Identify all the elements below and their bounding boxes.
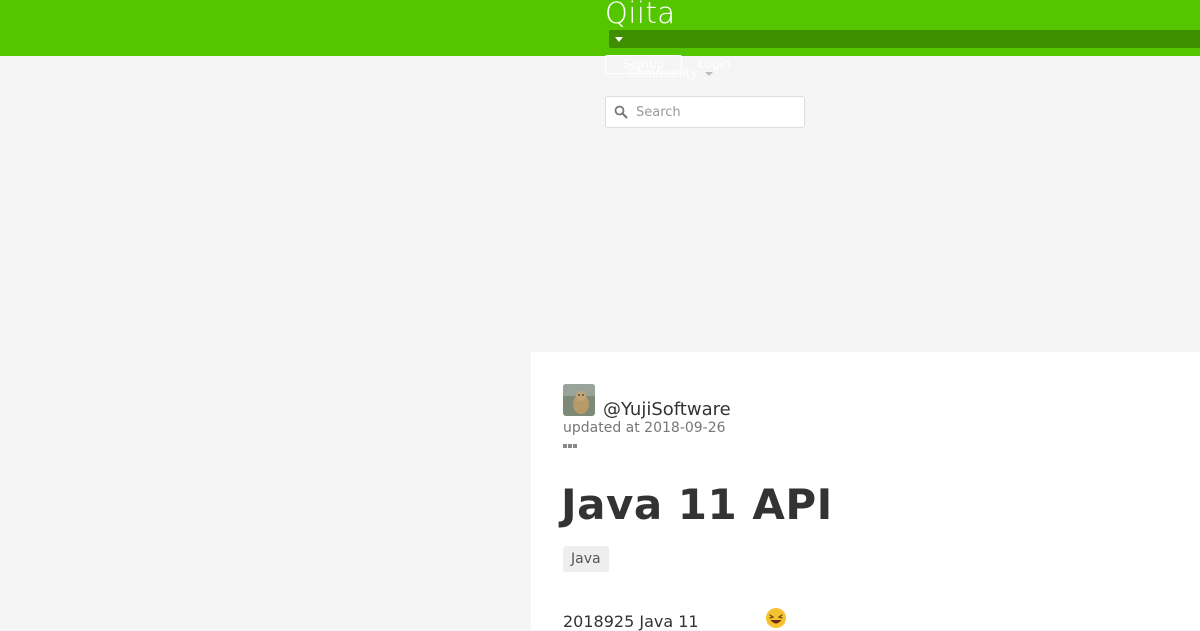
search-box[interactable]	[605, 96, 805, 128]
article-intro-text: 2018925 Java 11	[563, 612, 699, 631]
tag-java[interactable]: Java	[563, 546, 609, 572]
login-link[interactable]: Login	[698, 57, 730, 71]
search-input[interactable]	[636, 101, 796, 123]
avatar[interactable]	[563, 384, 595, 416]
more-options-icon[interactable]	[563, 443, 579, 449]
updated-timestamp: updated at 2018-09-26	[563, 420, 726, 436]
search-icon	[614, 105, 628, 119]
laughing-emoji-icon	[766, 608, 786, 628]
article-title: Java 11 API	[561, 480, 833, 529]
header-bar: Qiita	[0, 0, 1200, 56]
chevron-down-icon[interactable]	[705, 72, 713, 76]
header-dropdown-bar[interactable]	[609, 30, 1200, 48]
article-card: @YujiSoftware updated at 2018-09-26 Java…	[531, 352, 1200, 631]
author-name[interactable]: @YujiSoftware	[603, 399, 731, 420]
qiita-logo[interactable]: Qiita	[605, 0, 676, 30]
caret-down-icon[interactable]	[615, 37, 623, 42]
community-menu[interactable]: Community	[628, 66, 697, 80]
